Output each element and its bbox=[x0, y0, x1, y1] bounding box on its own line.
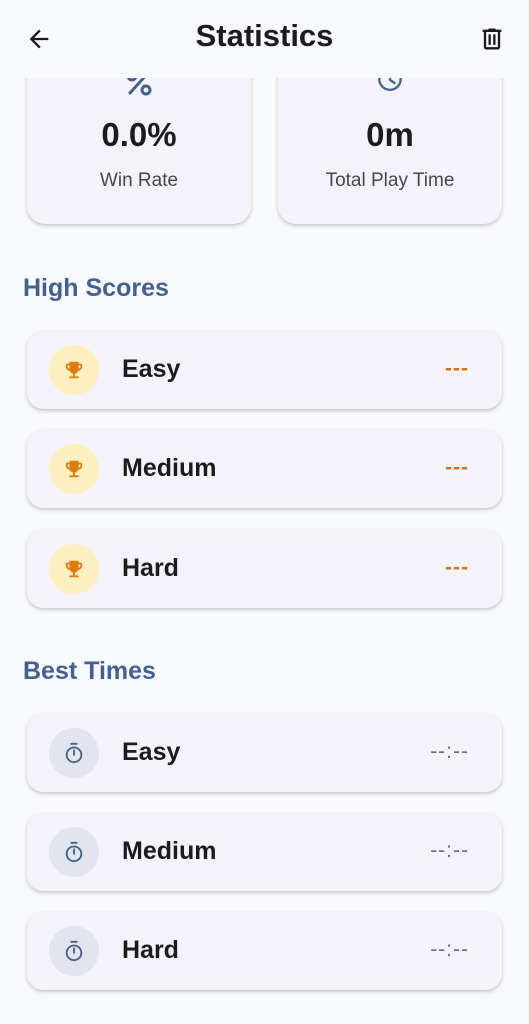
best-time-value: --:-- bbox=[430, 938, 469, 961]
timer-icon bbox=[49, 728, 99, 778]
high-score-row-hard[interactable]: Hard --- bbox=[27, 530, 502, 608]
high-score-value: --- bbox=[445, 456, 469, 479]
page-title: Statistics bbox=[195, 18, 334, 53]
trophy-icon bbox=[49, 544, 99, 594]
high-score-value: --- bbox=[445, 556, 469, 579]
play-time-label: Total Play Time bbox=[325, 170, 455, 191]
win-rate-label: Win Rate bbox=[99, 170, 179, 191]
best-time-value: --:-- bbox=[430, 839, 469, 862]
best-times-heading: Best Times bbox=[23, 657, 156, 685]
row-label: Easy bbox=[122, 738, 181, 766]
high-score-value: --- bbox=[445, 357, 469, 380]
row-label: Easy bbox=[122, 355, 181, 383]
best-time-value: --:-- bbox=[430, 740, 469, 763]
high-score-row-easy[interactable]: Easy --- bbox=[27, 331, 502, 409]
high-score-row-medium[interactable]: Medium --- bbox=[27, 430, 502, 508]
win-rate-value: 0.0% bbox=[101, 116, 177, 153]
best-time-row-easy[interactable]: Easy --:-- bbox=[27, 714, 502, 792]
delete-button[interactable] bbox=[475, 22, 509, 56]
row-label: Medium bbox=[122, 837, 217, 865]
row-label: Medium bbox=[122, 454, 217, 482]
row-label: Hard bbox=[122, 936, 179, 964]
trophy-icon bbox=[49, 444, 99, 494]
play-time-value: 0m bbox=[366, 116, 414, 153]
high-scores-heading: High Scores bbox=[23, 274, 169, 302]
best-time-row-medium[interactable]: Medium --:-- bbox=[27, 813, 502, 891]
trophy-icon bbox=[49, 345, 99, 395]
best-time-row-hard[interactable]: Hard --:-- bbox=[27, 912, 502, 990]
timer-icon bbox=[49, 827, 99, 877]
trash-icon bbox=[482, 28, 502, 50]
timer-icon bbox=[49, 926, 99, 976]
row-label: Hard bbox=[122, 554, 179, 582]
app-bar: Statistics bbox=[0, 0, 529, 78]
